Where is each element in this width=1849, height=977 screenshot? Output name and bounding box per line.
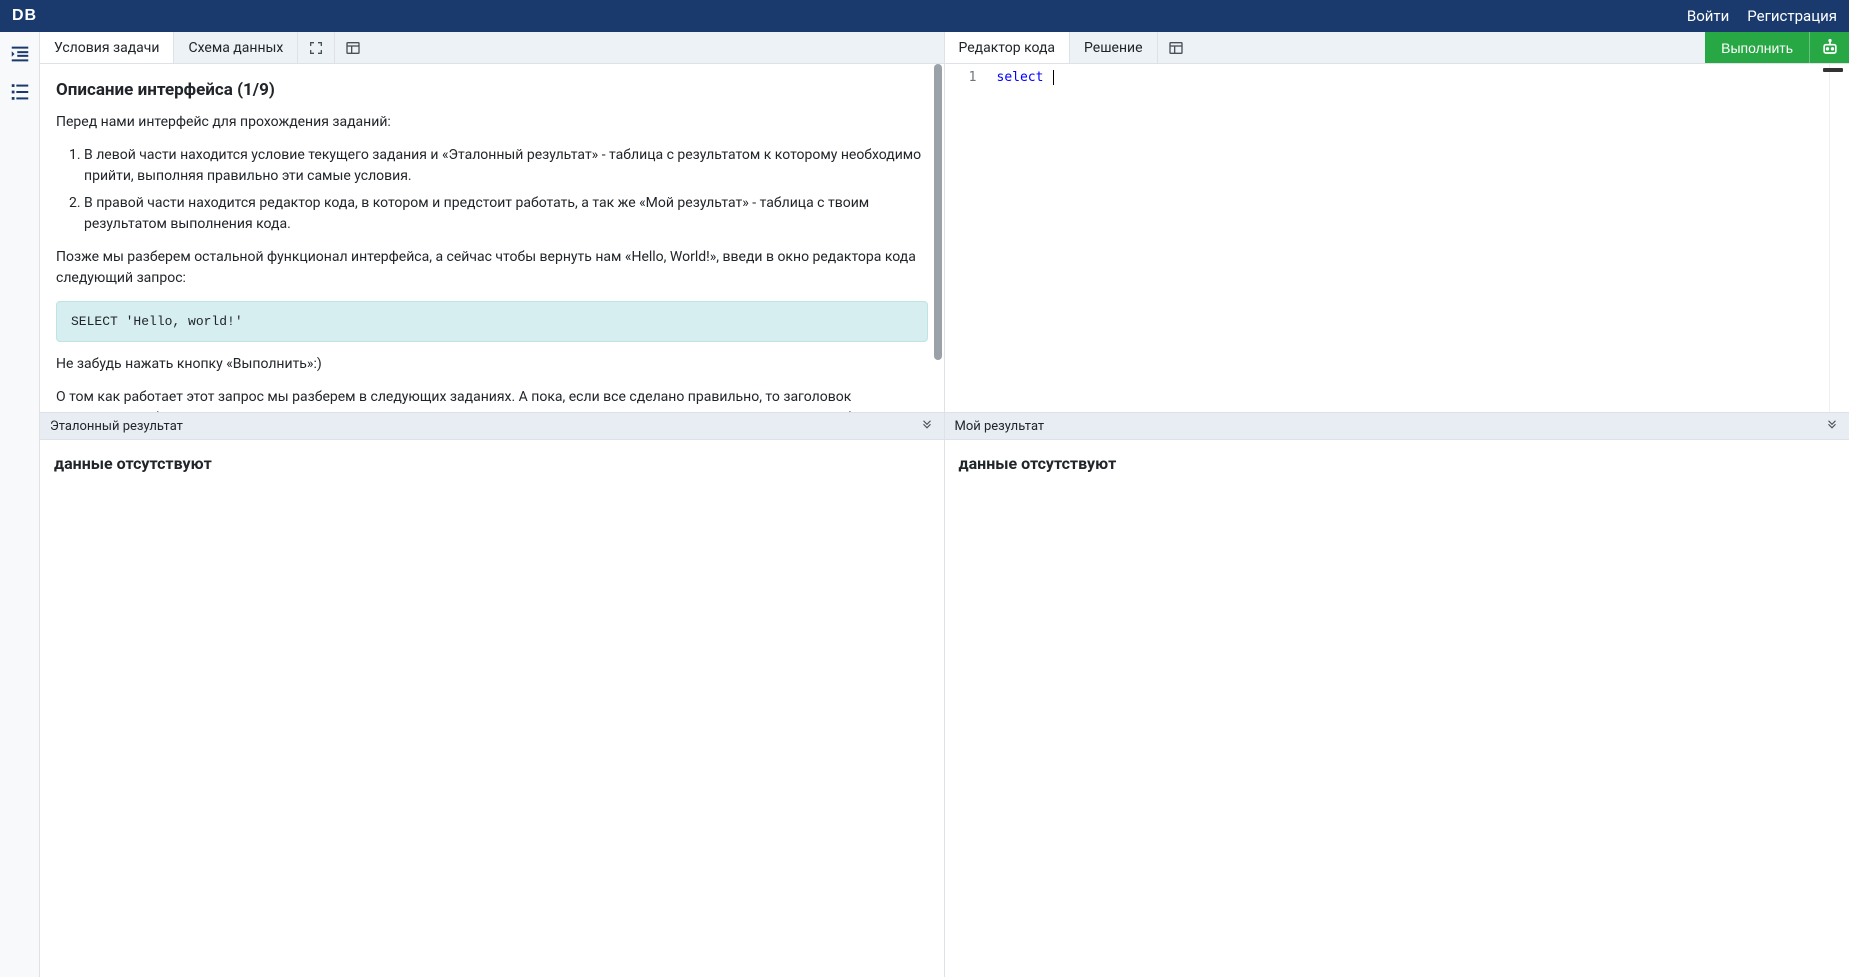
sql-rest [1043, 70, 1051, 85]
right-pane: Редактор кода Решение Выполнить 1 [945, 32, 1849, 977]
my-result-header[interactable]: Мой результат [945, 412, 1849, 440]
scrollbar-thumb[interactable] [934, 64, 942, 360]
code-text[interactable]: select [985, 64, 1849, 412]
code-sample: SELECT 'Hello, world!' [56, 301, 928, 342]
task-intro: Перед нами интерфейс для прохождения зад… [56, 112, 928, 133]
no-data-text: данные отсутствуют [959, 454, 1836, 473]
tab-solution[interactable]: Решение [1070, 32, 1158, 63]
task-list-item: В левой части находится условие текущего… [84, 145, 928, 187]
layout-icon[interactable] [1158, 32, 1194, 63]
left-pane: Условия задачи Схема данных Описание инт… [40, 32, 945, 977]
task-list-item: В правой части находится редактор кода, … [84, 193, 928, 235]
login-link[interactable]: Войти [1687, 7, 1729, 25]
scrollbar-track[interactable] [932, 64, 942, 412]
text-indent-icon[interactable] [6, 40, 34, 68]
app-header: DB Войти Регистрация [0, 0, 1849, 32]
logo-text: DB [12, 7, 37, 25]
my-result-label: Мой результат [955, 419, 1045, 434]
sql-keyword: select [997, 70, 1044, 85]
collapse-icon[interactable] [1825, 419, 1839, 433]
task-title: Описание интерфейса (1/9) [56, 80, 928, 100]
task-para: Позже мы разберем остальной функционал и… [56, 247, 928, 289]
ai-assistant-button[interactable] [1809, 32, 1849, 63]
editor-overview-mark [1823, 68, 1843, 72]
run-button[interactable]: Выполнить [1705, 32, 1809, 63]
text-cursor [1053, 70, 1054, 85]
tab-task[interactable]: Условия задачи [40, 32, 174, 63]
task-list: В левой части находится условие текущего… [56, 145, 928, 235]
task-content: Описание интерфейса (1/9) Перед нами инт… [40, 64, 944, 412]
task-para: Не забудь нажать кнопку «Выполнить»:) [56, 354, 928, 375]
right-tabs-bar: Редактор кода Решение Выполнить [945, 32, 1849, 64]
tab-schema[interactable]: Схема данных [174, 32, 298, 63]
layout-icon[interactable] [335, 32, 371, 63]
left-tabs-bar: Условия задачи Схема данных [40, 32, 944, 64]
editor-gutter: 1 [945, 64, 985, 412]
no-data-text: данные отсутствуют [54, 454, 930, 473]
line-number: 1 [945, 70, 977, 85]
register-link[interactable]: Регистрация [1747, 7, 1837, 25]
tab-editor[interactable]: Редактор кода [945, 32, 1071, 63]
left-sidebar [0, 32, 40, 977]
collapse-icon[interactable] [920, 419, 934, 433]
task-para: О том как работает этот запрос мы разбер… [56, 387, 928, 412]
app-logo[interactable]: DB [12, 7, 37, 25]
fullscreen-icon[interactable] [298, 32, 335, 63]
reference-result-header[interactable]: Эталонный результат [40, 412, 944, 440]
editor-minimap [1829, 64, 1849, 412]
code-editor[interactable]: 1 select [945, 64, 1849, 412]
list-icon[interactable] [6, 78, 34, 106]
reference-result-label: Эталонный результат [50, 419, 183, 434]
reference-result-body: данные отсутствуют [40, 440, 944, 977]
my-result-body: данные отсутствуют [945, 440, 1849, 977]
